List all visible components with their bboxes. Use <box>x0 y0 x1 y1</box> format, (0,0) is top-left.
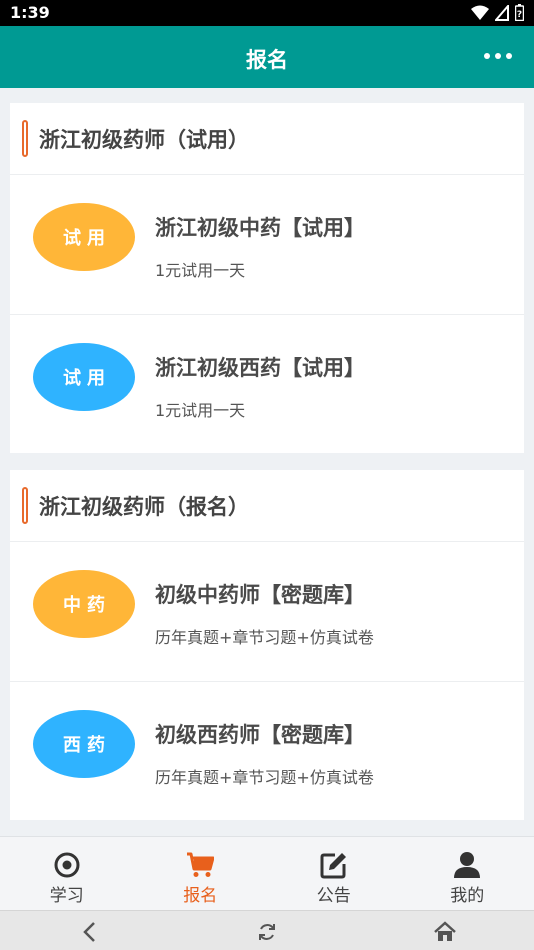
battery-icon: ? <box>515 4 524 21</box>
tab-notice[interactable]: 公告 <box>267 837 401 910</box>
course-subtitle: 历年真题+章节习题+仿真试卷 <box>155 628 374 647</box>
refresh-icon[interactable] <box>255 920 279 944</box>
tab-register[interactable]: 报名 <box>134 837 268 910</box>
tab-label: 学习 <box>49 886 84 906</box>
more-dot-icon <box>495 53 501 59</box>
status-icons: ? <box>471 4 524 21</box>
course-badge: 西药 <box>33 710 135 778</box>
system-nav-bar <box>0 910 534 950</box>
tab-label: 我的 <box>450 886 485 906</box>
tab-study[interactable]: 学习 <box>0 837 134 910</box>
course-item[interactable]: 中药 初级中药师【密题库】 历年真题+章节习题+仿真试卷 <box>10 542 524 682</box>
section-marker <box>22 120 28 157</box>
course-subtitle: 1元试用一天 <box>155 401 246 420</box>
course-badge: 中药 <box>33 570 135 638</box>
section-card-trial: 浙江初级药师（试用） 试用 浙江初级中药【试用】 1元试用一天 试用 浙江初级西… <box>10 103 524 453</box>
course-item[interactable]: 西药 初级西药师【密题库】 历年真题+章节习题+仿真试卷 <box>10 682 524 822</box>
tab-label: 报名 <box>183 886 218 906</box>
section-marker <box>22 487 28 524</box>
cart-icon <box>187 852 215 877</box>
section-header: 浙江初级药师（试用） <box>10 103 524 175</box>
section-header: 浙江初级药师（报名） <box>10 470 524 542</box>
status-time: 1:39 <box>10 3 50 22</box>
course-title: 初级中药师【密题库】 <box>155 583 365 607</box>
back-icon[interactable] <box>78 920 102 944</box>
more-dot-icon <box>484 53 490 59</box>
page-title: 报名 <box>246 48 288 72</box>
course-item[interactable]: 试用 浙江初级中药【试用】 1元试用一天 <box>10 175 524 315</box>
svg-text:?: ? <box>517 10 522 20</box>
course-subtitle: 历年真题+章节习题+仿真试卷 <box>155 768 374 787</box>
tab-mine[interactable]: 我的 <box>401 837 534 910</box>
tab-label: 公告 <box>316 886 351 906</box>
course-item[interactable]: 试用 浙江初级西药【试用】 1元试用一天 <box>10 315 524 455</box>
target-icon <box>54 852 80 878</box>
course-title: 初级西药师【密题库】 <box>155 723 365 747</box>
wifi-icon <box>471 5 489 20</box>
course-badge: 试用 <box>33 203 135 271</box>
course-subtitle: 1元试用一天 <box>155 261 246 280</box>
section-title: 浙江初级药师（试用） <box>39 128 249 152</box>
home-icon[interactable] <box>433 920 457 944</box>
section-card-register: 浙江初级药师（报名） 中药 初级中药师【密题库】 历年真题+章节习题+仿真试卷 … <box>10 470 524 820</box>
more-dot-icon <box>506 53 512 59</box>
signal-icon <box>495 4 509 21</box>
more-options-button[interactable] <box>484 46 512 66</box>
edit-icon <box>320 853 346 879</box>
section-title: 浙江初级药师（报名） <box>39 495 249 519</box>
status-bar: 1:39 ? <box>0 0 534 26</box>
course-badge: 试用 <box>33 343 135 411</box>
person-icon <box>454 852 481 878</box>
bottom-tab-bar: 学习 报名 公告 我的 <box>0 836 534 910</box>
app-bar: 报名 <box>0 26 534 88</box>
course-title: 浙江初级西药【试用】 <box>155 356 365 380</box>
course-title: 浙江初级中药【试用】 <box>155 216 365 240</box>
